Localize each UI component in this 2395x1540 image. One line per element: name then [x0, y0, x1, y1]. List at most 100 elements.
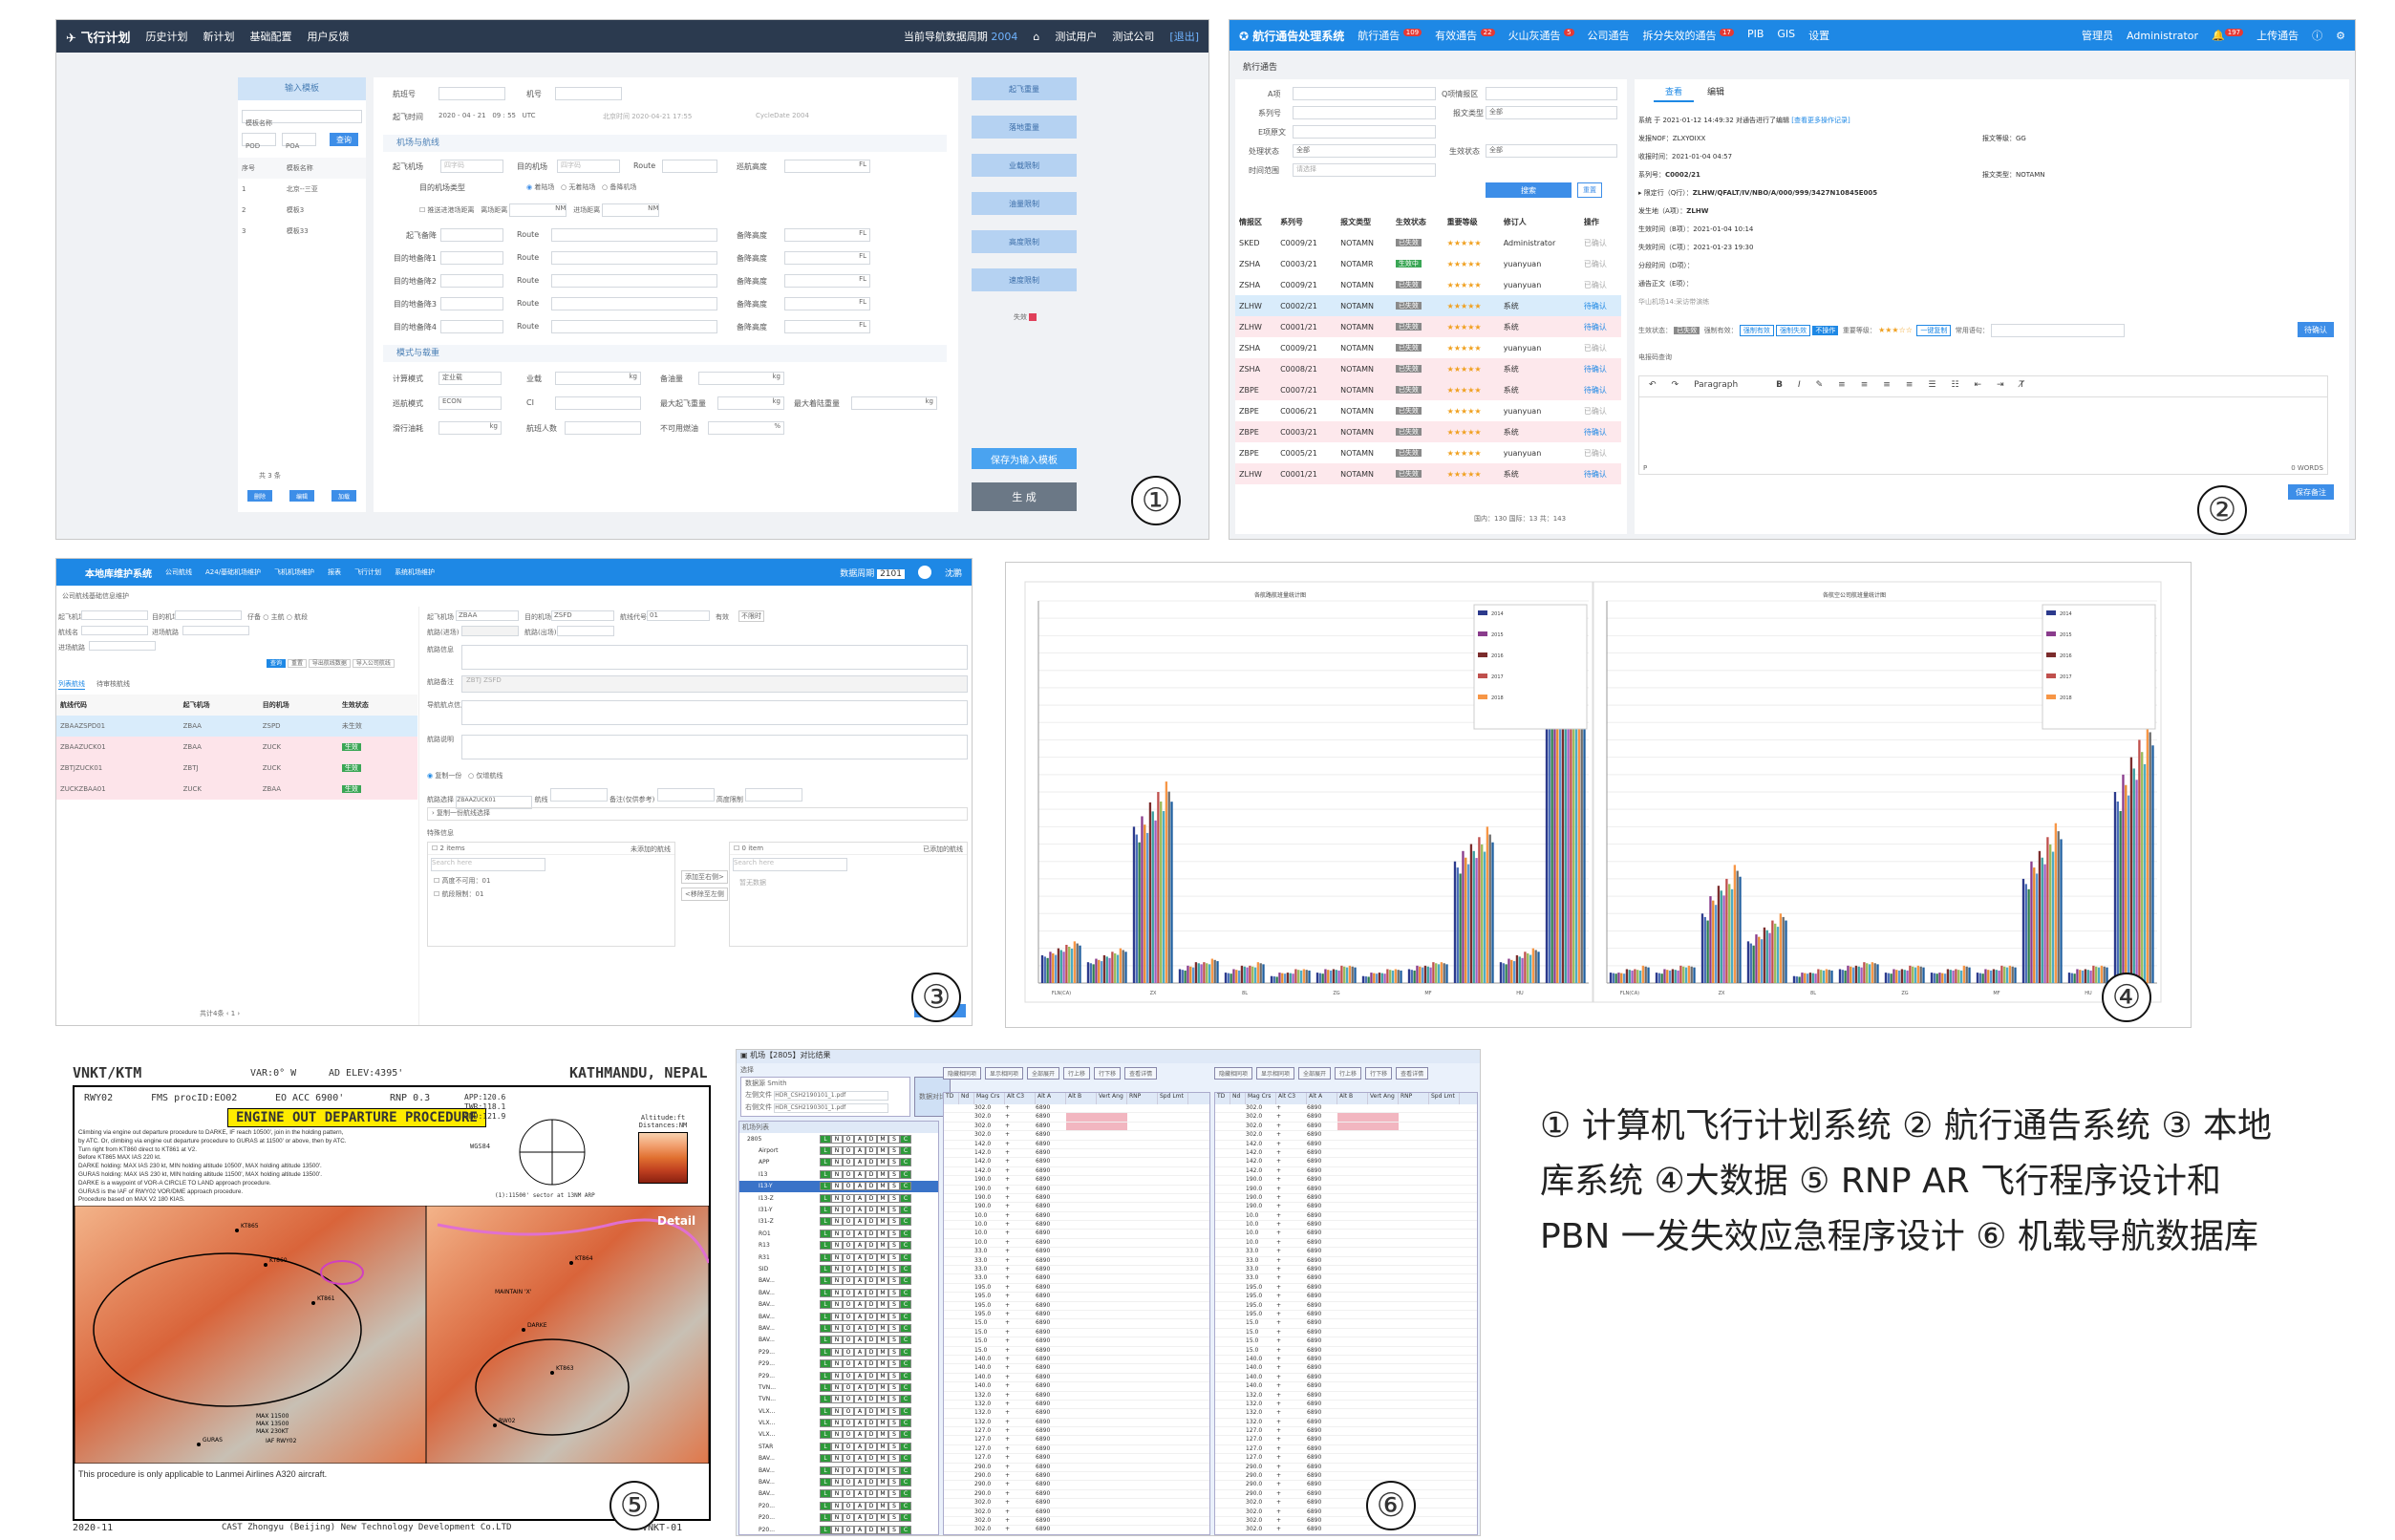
tree-row[interactable]: VLX... L N O A D M S C — [739, 1405, 938, 1417]
grid-row[interactable]: 190.0 +6890 — [1215, 1203, 1477, 1212]
tree-row[interactable]: P29... L N O A D M S C — [739, 1346, 938, 1358]
grid-row[interactable]: 10.0 +6890 — [1215, 1212, 1477, 1222]
notes-textarea[interactable] — [461, 700, 968, 725]
grid-row[interactable]: 15.0 +6890 — [1215, 1347, 1477, 1356]
grid-row[interactable]: 302.0 +6890 — [944, 1517, 1209, 1527]
grid-row[interactable]: 290.0 +6890 — [1215, 1490, 1477, 1500]
table-row[interactable]: ZBTJZUCK01 ZBTJ ZUCK 生效 — [56, 758, 417, 779]
field-a-input[interactable] — [1293, 87, 1436, 100]
save-remark-button[interactable]: 保存备注 — [2288, 484, 2334, 500]
alt-input[interactable] — [440, 297, 503, 310]
home-icon[interactable]: ⌂ — [1033, 31, 1039, 43]
toolbar-button[interactable]: 行下移 — [1365, 1067, 1393, 1080]
tree-row[interactable]: VLX... L N O A D M S C — [739, 1417, 938, 1428]
tree-row[interactable]: BAV... L N O A D M S C — [739, 1488, 938, 1500]
importance-stars[interactable]: ★★★☆☆ — [1878, 326, 1913, 334]
grid-row[interactable]: 15.0 +6890 — [1215, 1329, 1477, 1338]
grid-row[interactable]: 302.0 +6890 — [944, 1526, 1209, 1534]
table-row[interactable]: ZLHW C0001/21 NOTAMN 已失效 ★★★★★ 系统 待确认 — [1235, 316, 1621, 337]
info-icon[interactable]: ⓘ — [2312, 28, 2322, 43]
action-link[interactable]: 待确认 — [1580, 295, 1621, 316]
grid-row[interactable]: 142.0 +6890 — [1215, 1167, 1477, 1177]
tree-row[interactable]: BAV... L N O A D M S C — [739, 1322, 938, 1334]
grid-row[interactable]: 302.0 +6890 — [944, 1122, 1209, 1132]
confirm-button[interactable]: 待确认 — [2298, 322, 2334, 337]
action-link[interactable]: 已确认 — [1580, 337, 1621, 358]
table-row[interactable]: ZSHA C0009/21 NOTAMN 已失效 ★★★★★ yuanyuan 已确… — [1235, 337, 1621, 358]
grid-row[interactable]: 190.0 +6890 — [1215, 1176, 1477, 1186]
tree-row[interactable]: BAV... L N O A D M S C — [739, 1287, 938, 1298]
tree-row[interactable]: R31 L N O A D M S C — [739, 1251, 938, 1263]
grid-row[interactable]: 132.0 +6890 — [1215, 1392, 1477, 1401]
grid-row[interactable]: 195.0 +6890 — [1215, 1284, 1477, 1294]
tree-row[interactable]: TVN... L N O A D M S C — [739, 1381, 938, 1393]
import-button[interactable]: 导入公司航线 — [352, 659, 395, 668]
nav-item[interactable]: 飞行计划 — [354, 567, 381, 577]
toolbar-button[interactable]: 隐藏相同项 — [943, 1067, 982, 1080]
grid-row[interactable]: 290.0 +6890 — [944, 1472, 1209, 1482]
grid-row[interactable]: 140.0 +6890 — [944, 1374, 1209, 1383]
table-row[interactable]: ZLHW C0002/21 NOTAMN 已失效 ★★★★★ 系统 待确认 — [1235, 295, 1621, 316]
edit-fl2-input[interactable] — [557, 626, 614, 636]
upload-button[interactable]: 上传通告 — [2256, 28, 2299, 43]
toolbar-button[interactable]: 查看详情 — [1124, 1067, 1158, 1080]
action-link[interactable]: 已确认 — [1580, 253, 1621, 274]
grid-row[interactable]: 142.0 +6890 — [1215, 1158, 1477, 1167]
clear-format-icon[interactable]: T̸ — [2020, 380, 2025, 393]
table-row[interactable]: ZBAAZUCK01 ZBAA ZUCK 生效 — [56, 737, 417, 758]
limit-button[interactable]: 速度限制 — [972, 268, 1077, 291]
grid-row[interactable]: 190.0 +6890 — [944, 1176, 1209, 1186]
nav-base-config[interactable]: 基础配置 — [249, 29, 291, 44]
alt-height-input[interactable]: FL — [784, 274, 870, 288]
grid-row[interactable]: 190.0 +6890 — [1215, 1194, 1477, 1204]
grid-row[interactable]: 132.0 +6890 — [944, 1401, 1209, 1410]
filter-dep-input[interactable] — [81, 610, 148, 620]
tree-row[interactable]: R13 L N O A D M S C — [739, 1240, 938, 1251]
grid-row[interactable]: 140.0 +6890 — [944, 1382, 1209, 1392]
nav-item[interactable]: 有效通告 22 — [1435, 28, 1495, 43]
tree-row[interactable]: I13-Y L N O A D M S C — [739, 1180, 938, 1192]
grid-row[interactable]: 195.0 +6890 — [944, 1302, 1209, 1311]
tree-row[interactable]: BAV... L N O A D M S C — [739, 1453, 938, 1465]
load-button[interactable]: 加载 — [331, 490, 356, 502]
grid-row[interactable]: 10.0 +6890 — [1215, 1239, 1477, 1249]
search-button[interactable]: 搜索 — [1486, 182, 1572, 198]
field-e-input[interactable] — [1293, 125, 1436, 139]
grid-row[interactable]: 127.0 +6890 — [944, 1454, 1209, 1464]
edit-button[interactable]: 编辑 — [289, 490, 314, 502]
grid-row[interactable]: 140.0 +6890 — [1215, 1364, 1477, 1374]
table-row[interactable]: 3 模板33 — [238, 221, 366, 242]
grid-row[interactable]: 140.0 +6890 — [944, 1364, 1209, 1374]
grid-row[interactable]: 15.0 +6890 — [1215, 1337, 1477, 1347]
grid-row[interactable]: 302.0 +6890 — [944, 1508, 1209, 1517]
table-row[interactable]: ZBPE C0007/21 NOTAMN 已失效 ★★★★★ 系统 待确认 — [1235, 379, 1621, 400]
cruise-mode-select[interactable]: ECON — [438, 396, 502, 410]
tree-row[interactable]: 2805 L N O A D M S C — [739, 1133, 938, 1144]
fuel-input[interactable]: kg — [698, 372, 784, 385]
logout-link[interactable]: [退出] — [1169, 29, 1199, 44]
table-row[interactable]: ZBPE C0005/21 NOTAMN 已失效 ★★★★★ yuanyuan 已确… — [1235, 442, 1621, 463]
tree-row[interactable]: I13 L N O A D M S C — [739, 1168, 938, 1180]
poa-input[interactable]: POA — [282, 133, 316, 150]
grid-row[interactable]: 33.0 +6890 — [1215, 1274, 1477, 1284]
toolbar-button[interactable]: 全部展开 — [1027, 1067, 1060, 1080]
limit-button[interactable]: 油量限制 — [972, 192, 1077, 215]
table-row[interactable]: 1 北京--三亚 — [238, 179, 366, 200]
filter-arr-input[interactable] — [175, 610, 242, 620]
save-template-button[interactable]: 保存为输入模板 — [972, 448, 1077, 469]
grid-row[interactable]: 190.0 +6890 — [944, 1186, 1209, 1194]
grid-row[interactable]: 302.0 +6890 — [944, 1113, 1209, 1123]
grid-row[interactable]: 195.0 +6890 — [1215, 1302, 1477, 1311]
nav-item[interactable]: GIS — [1777, 28, 1795, 43]
grid-row[interactable]: 142.0 +6890 — [944, 1149, 1209, 1159]
grid-row[interactable]: 140.0 +6890 — [944, 1356, 1209, 1365]
grid-row[interactable]: 15.0 +6890 — [944, 1319, 1209, 1329]
bell-icon[interactable]: 🔔 197 — [2212, 29, 2244, 42]
pax-input[interactable] — [565, 421, 641, 435]
move-left-button[interactable]: <移除至左侧 — [681, 888, 728, 901]
tree-row[interactable]: BAV... L N O A D M S C — [739, 1275, 938, 1287]
cruise-alt-input[interactable]: FL — [784, 160, 870, 173]
nav-item[interactable]: 航行通告 109 — [1358, 28, 1422, 43]
grid-row[interactable]: 10.0 +6890 — [1215, 1230, 1477, 1239]
grid-row[interactable]: 33.0 +6890 — [944, 1257, 1209, 1267]
